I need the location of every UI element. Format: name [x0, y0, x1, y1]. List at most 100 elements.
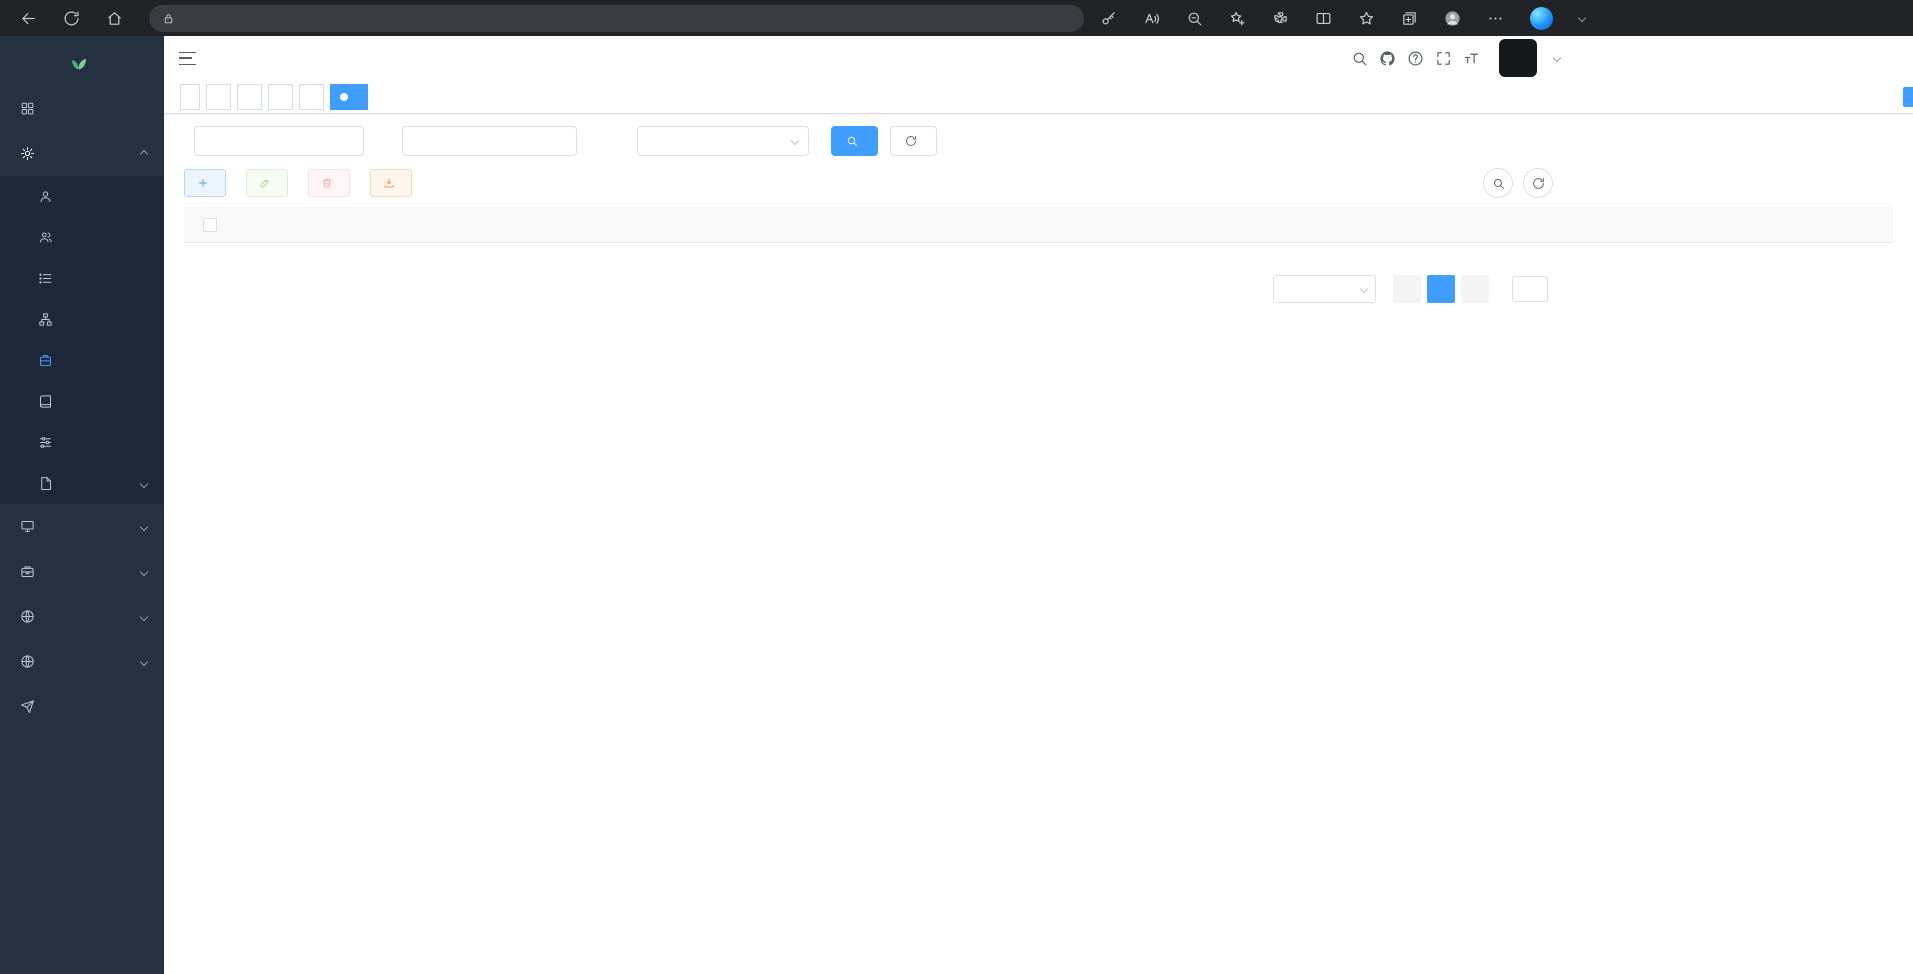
avatar-caret-icon[interactable] [1553, 54, 1561, 62]
search-button[interactable] [831, 126, 878, 156]
sidebar-item-role-management[interactable] [0, 217, 164, 258]
zoom-out-icon[interactable] [1186, 10, 1203, 27]
help-icon[interactable] [1407, 50, 1424, 67]
browser-menu-icon[interactable] [1487, 10, 1504, 27]
post-name-input[interactable] [402, 126, 577, 156]
fullscreen-icon[interactable] [1435, 50, 1452, 67]
github-icon[interactable] [1379, 50, 1396, 67]
app-logo [0, 36, 164, 86]
sidebar-item-system-tools[interactable] [0, 549, 164, 594]
tab-home[interactable] [180, 84, 200, 110]
status-select[interactable] [637, 126, 809, 156]
toolbox-icon [20, 564, 35, 579]
sidebar-item-menu-management[interactable] [0, 258, 164, 299]
sidebar-item-log-management[interactable] [0, 463, 164, 504]
add-button[interactable] [184, 169, 226, 197]
download-icon [383, 177, 395, 189]
tab-menu-management[interactable] [268, 84, 293, 110]
plus-icon [197, 177, 209, 189]
sidebar-item-bbs[interactable] [0, 594, 164, 639]
address-bar[interactable] [149, 5, 1084, 32]
goto-page-input[interactable] [1512, 276, 1548, 302]
sidebar [0, 36, 164, 974]
refresh-icon [905, 135, 917, 147]
tags-view-bar [164, 80, 1913, 114]
globe-icon [20, 609, 35, 624]
screen [0, 0, 1913, 974]
book-icon [38, 394, 53, 409]
sidebar-submenu-system [0, 176, 164, 504]
toggle-search-button[interactable] [1483, 168, 1513, 198]
sidebar-item-dict-management[interactable] [0, 381, 164, 422]
post-code-input[interactable] [194, 126, 364, 156]
extensions-icon[interactable] [1272, 10, 1289, 27]
browser-action-icons [1100, 7, 1585, 30]
refresh-icon [1532, 177, 1545, 190]
read-aloud-icon[interactable] [1143, 10, 1160, 27]
active-dot [340, 93, 348, 101]
column-header-actions [1380, 207, 1550, 242]
paper-plane-icon [20, 699, 35, 714]
user-avatar[interactable] [1499, 39, 1537, 77]
sidebar-item-home[interactable] [0, 86, 164, 131]
collections-icon[interactable] [1401, 10, 1418, 27]
edit-button[interactable] [246, 169, 288, 197]
page-1-button[interactable] [1427, 275, 1455, 303]
profile-avatar-icon[interactable] [1444, 10, 1461, 27]
export-button[interactable] [370, 169, 412, 197]
browser-nav-buttons [0, 10, 123, 27]
column-header-status [1010, 207, 1206, 242]
reset-button[interactable] [890, 126, 937, 156]
sidebar-item-param-settings[interactable] [0, 422, 164, 463]
sidebar-item-yi-framework[interactable] [0, 684, 164, 729]
app-header [164, 36, 1913, 80]
browser-refresh-icon[interactable] [63, 10, 80, 27]
column-header-spacer [1550, 207, 1893, 242]
header-search-icon[interactable] [1351, 50, 1368, 67]
chevron-down-icon [140, 522, 148, 530]
toolbar-utilities [1483, 168, 1553, 198]
tab-dept-management[interactable] [299, 84, 324, 110]
browser-home-icon[interactable] [106, 10, 123, 27]
passwords-key-icon[interactable] [1100, 10, 1117, 27]
header-actions [1351, 36, 1560, 80]
column-header-post-name [618, 207, 814, 242]
sidebar-item-erp[interactable] [0, 639, 164, 684]
next-page-button[interactable] [1461, 275, 1489, 303]
tab-post-management[interactable] [330, 84, 368, 110]
sidebar-toggle-icon[interactable] [179, 52, 196, 65]
trash-icon [321, 177, 333, 189]
pagination [184, 275, 1893, 303]
font-size-icon[interactable] [1463, 50, 1480, 67]
prev-page-button[interactable] [1393, 275, 1421, 303]
dashboard-icon [20, 101, 35, 116]
copilot-icon[interactable] [1530, 7, 1553, 30]
post-table [184, 207, 1893, 243]
column-header-created [1206, 207, 1380, 242]
sliders-icon [38, 435, 53, 450]
sidebar-item-post-management[interactable] [0, 340, 164, 381]
chevron-down-icon [140, 612, 148, 620]
copilot-caret-icon[interactable] [1578, 14, 1586, 22]
add-favorite-icon[interactable] [1229, 10, 1246, 27]
globe-icon [20, 654, 35, 669]
page-content [164, 114, 1913, 974]
sidebar-item-system-monitor[interactable] [0, 504, 164, 549]
refresh-table-button[interactable] [1523, 168, 1553, 198]
sidebar-item-dept-management[interactable] [0, 299, 164, 340]
page-size-select[interactable] [1273, 275, 1376, 303]
monitor-icon [20, 519, 35, 534]
tab-role-management[interactable] [237, 84, 262, 110]
delete-button[interactable] [308, 169, 350, 197]
lock-icon [162, 12, 175, 25]
sidebar-item-system-management[interactable] [0, 131, 164, 176]
edit-icon [259, 177, 271, 189]
split-screen-icon[interactable] [1315, 10, 1332, 27]
tab-user-management[interactable] [206, 84, 231, 110]
browser-back-icon[interactable] [20, 10, 37, 27]
chevron-down-icon [791, 137, 799, 145]
select-all-checkbox[interactable] [203, 218, 217, 232]
sidebar-item-user-management[interactable] [0, 176, 164, 217]
favorites-icon[interactable] [1358, 10, 1375, 27]
user-icon [38, 189, 53, 204]
